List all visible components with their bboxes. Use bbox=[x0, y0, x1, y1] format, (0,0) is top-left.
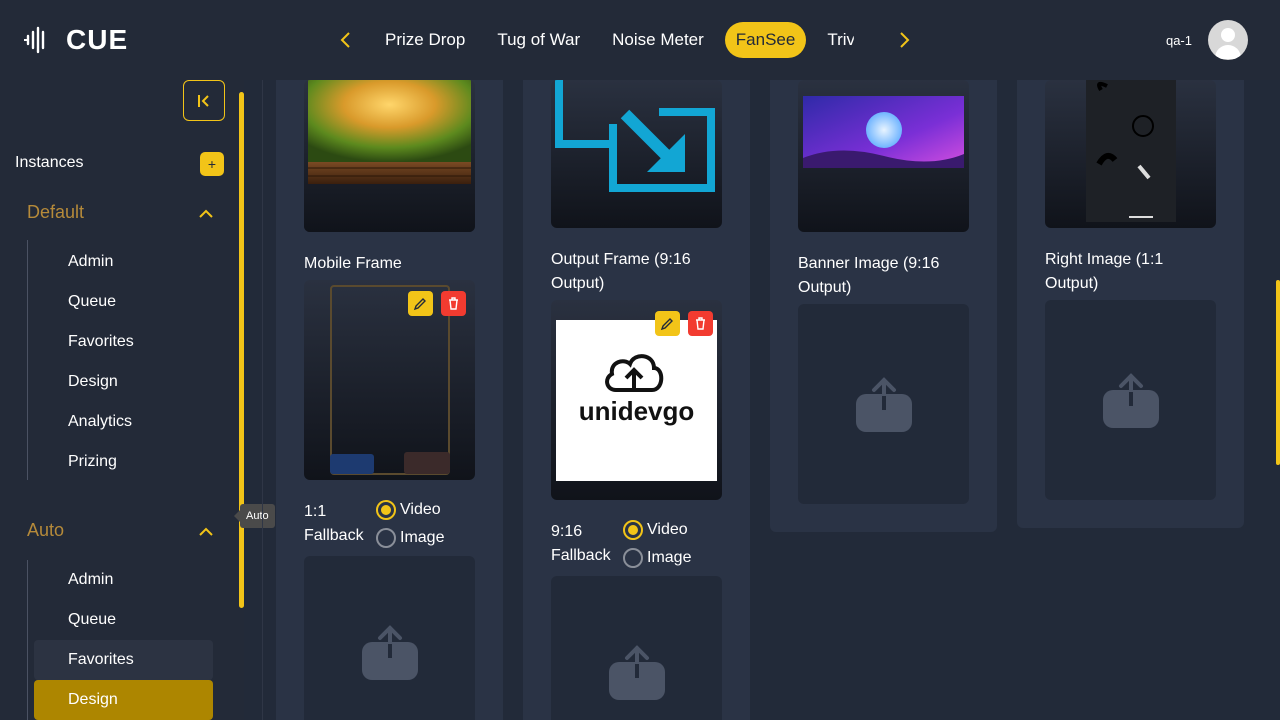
chevron-left-icon bbox=[340, 32, 350, 48]
user-menu[interactable]: qa-1 bbox=[1166, 20, 1248, 60]
group-divider bbox=[27, 240, 28, 480]
upload-icon bbox=[1103, 373, 1159, 428]
tab-tug-of-war[interactable]: Tug of War bbox=[486, 22, 591, 58]
banner-upload-dropzone[interactable] bbox=[798, 304, 969, 504]
tooltip: Auto bbox=[234, 504, 275, 528]
tab-fansee[interactable]: FanSee bbox=[724, 22, 807, 58]
upload-icon bbox=[609, 645, 665, 700]
add-instance-button[interactable]: + bbox=[200, 152, 224, 176]
main-divider bbox=[262, 80, 263, 720]
sidebar-item-queue[interactable]: Queue bbox=[34, 282, 213, 322]
tab-trivia[interactable]: Trivia bbox=[816, 22, 854, 58]
radio-image[interactable]: Image bbox=[376, 528, 444, 548]
fallback-label: Fallback bbox=[304, 527, 364, 544]
nav-tabs: Prize Drop Tug of War Noise Meter FanSee… bbox=[358, 22, 898, 58]
pencil-icon bbox=[413, 298, 426, 311]
right-image-label: Right Image (1:1 Output) bbox=[1045, 251, 1164, 292]
avatar[interactable] bbox=[1208, 20, 1248, 60]
uploaded-image: unidevgo bbox=[556, 320, 717, 481]
mobile-frame-label: Mobile Frame bbox=[304, 255, 402, 272]
sidebar-item-admin[interactable]: Admin bbox=[34, 242, 213, 282]
collapse-sidebar-button[interactable] bbox=[183, 80, 225, 121]
banner-image-label: Banner Image (9:16 Output) bbox=[798, 255, 940, 296]
upload-icon bbox=[856, 377, 912, 432]
asset-card: Mobile Frame 1:1 Fallback Video Image bbox=[276, 80, 503, 720]
delete-button[interactable] bbox=[441, 291, 466, 316]
cue-logo[interactable]: CUE bbox=[24, 22, 128, 58]
chevron-up-icon[interactable] bbox=[198, 524, 214, 540]
tab-prize-drop[interactable]: Prize Drop bbox=[374, 22, 476, 58]
trash-icon bbox=[449, 297, 458, 310]
right-image-preview[interactable] bbox=[1045, 80, 1216, 228]
fallback-label: 1:1 bbox=[304, 503, 327, 520]
sidebar-item-prizing[interactable]: Prizing bbox=[34, 442, 213, 482]
sponsor-logo-right bbox=[404, 452, 450, 474]
group-title-default[interactable]: Default bbox=[27, 202, 84, 223]
upload-icon bbox=[362, 625, 418, 680]
edit-button[interactable] bbox=[408, 291, 433, 316]
sidebar-item-design[interactable]: Design bbox=[34, 680, 213, 720]
main-scrollbar[interactable] bbox=[1276, 280, 1280, 465]
radio-button[interactable] bbox=[623, 520, 643, 540]
edit-button[interactable] bbox=[655, 311, 680, 336]
sponsor-logo-left bbox=[330, 454, 374, 474]
game-tabs-nav: Prize Drop Tug of War Noise Meter FanSee… bbox=[334, 20, 916, 60]
sound-wave-icon bbox=[24, 26, 45, 54]
sidebar-scrollbar[interactable] bbox=[239, 92, 244, 608]
group-title-auto[interactable]: Auto bbox=[27, 520, 64, 541]
phone-screenshot-image bbox=[1086, 80, 1176, 222]
nav-prev-button[interactable] bbox=[334, 20, 358, 60]
fallback-upload-dropzone[interactable] bbox=[304, 556, 475, 720]
sidebar-item-admin[interactable]: Admin bbox=[34, 560, 213, 600]
radio-button[interactable] bbox=[376, 500, 396, 520]
group-divider bbox=[27, 560, 28, 720]
background-image-thumbnail[interactable] bbox=[304, 80, 475, 232]
asset-card: Right Image (1:1 Output) bbox=[1017, 80, 1244, 528]
radio-video-label: Video bbox=[647, 521, 688, 538]
banner-preview[interactable] bbox=[798, 80, 969, 232]
radio-image-label: Image bbox=[400, 529, 445, 546]
radio-button[interactable] bbox=[376, 528, 396, 548]
asset-card: Output Frame (9:16 Output) unidevgo 9:16… bbox=[523, 80, 750, 720]
tab-noise-meter[interactable]: Noise Meter bbox=[601, 22, 715, 58]
sidebar-item-design[interactable]: Design bbox=[34, 362, 213, 402]
sidebar-item-queue[interactable]: Queue bbox=[34, 600, 213, 640]
collapse-left-icon bbox=[198, 94, 209, 107]
radio-image-label: Image bbox=[647, 549, 692, 566]
username: qa-1 bbox=[1165, 32, 1192, 48]
radio-button[interactable] bbox=[623, 548, 643, 568]
radio-video[interactable]: Video bbox=[376, 500, 441, 520]
delete-button[interactable] bbox=[688, 311, 713, 336]
fallback-label: Fallback bbox=[551, 547, 611, 564]
space-scene-image bbox=[803, 96, 964, 168]
pencil-icon bbox=[660, 318, 673, 331]
forest-image bbox=[304, 80, 475, 232]
output-frame-label: Output Frame (9:16 Output) bbox=[551, 251, 691, 292]
top-header: CUE Prize Drop Tug of War Noise Meter Fa… bbox=[0, 0, 1280, 80]
sidebar-item-favorites[interactable]: Favorites bbox=[34, 322, 213, 362]
output-frame-preview[interactable] bbox=[551, 80, 722, 228]
radio-video[interactable]: Video bbox=[623, 520, 688, 540]
right-image-upload-dropzone[interactable] bbox=[1045, 300, 1216, 500]
logo-text: CUE bbox=[66, 24, 129, 55]
fallback-upload-dropzone[interactable] bbox=[551, 576, 722, 720]
sidebar: Instances + Default Admin Queue Favorite… bbox=[0, 80, 244, 720]
radio-video-label: Video bbox=[400, 501, 441, 518]
instances-label: Instances bbox=[15, 154, 84, 171]
chevron-up-icon[interactable] bbox=[198, 206, 214, 222]
sidebar-item-favorites[interactable]: Favorites bbox=[34, 640, 213, 680]
asset-card: Banner Image (9:16 Output) bbox=[770, 80, 997, 532]
radio-image[interactable]: Image bbox=[623, 548, 691, 568]
resize-arrow-icon bbox=[555, 80, 715, 192]
chevron-right-icon bbox=[900, 32, 910, 48]
trash-icon bbox=[696, 317, 705, 330]
fallback-label: 9:16 bbox=[551, 523, 583, 540]
preview-brand-text: unidevgo bbox=[578, 396, 695, 426]
sidebar-item-analytics[interactable]: Analytics bbox=[34, 402, 213, 442]
cloud-upload-icon bbox=[605, 354, 664, 392]
nav-next-button[interactable] bbox=[892, 20, 916, 60]
